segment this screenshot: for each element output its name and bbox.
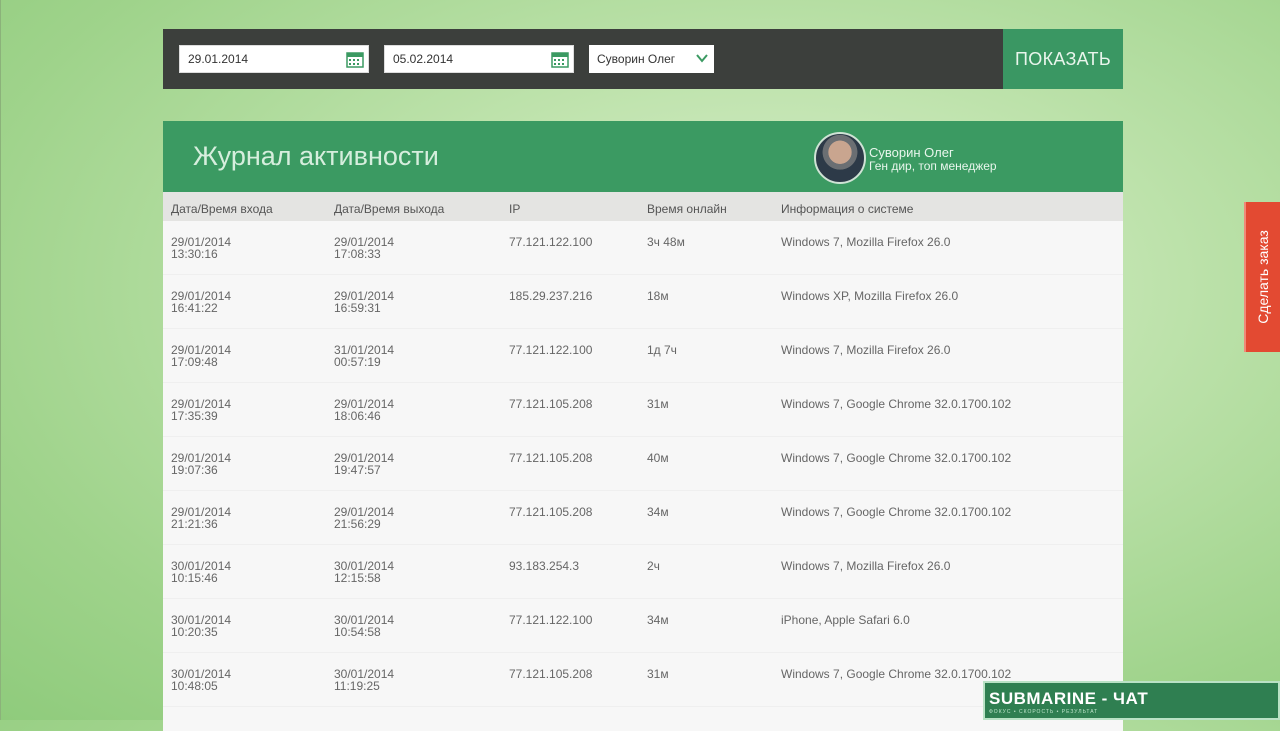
table-header: Дата/Время входа Дата/Время выхода IP Вр… <box>163 192 1123 221</box>
user-role: Ген дир, топ менеджер <box>869 159 997 173</box>
table-row: 30/01/2014 10:20:35 30/01/2014 10:54:58 77… <box>163 599 1123 653</box>
header-logout-time: Дата/Время выхода <box>334 202 445 216</box>
system-cell: Windows XP, Mozilla Firefox 26.0 <box>781 289 959 303</box>
online-cell: 34м <box>647 505 669 519</box>
online-cell: 2ч <box>647 559 660 573</box>
header-ip: IP <box>509 202 521 216</box>
online-cell: 34м <box>647 613 669 627</box>
logout-cell: 29/01/2014 16:59:31 <box>334 289 395 315</box>
ip-cell: 77.121.105.208 <box>509 667 593 681</box>
logout-cell: 30/01/2014 10:54:58 <box>334 613 395 639</box>
logout-cell: 29/01/2014 18:06:46 <box>334 397 395 423</box>
logout-cell: 29/01/2014 17:08:33 <box>334 235 395 261</box>
user-select[interactable]: Суворин Олег <box>589 45 714 73</box>
login-cell: 30/01/2014 10:20:35 <box>171 613 232 639</box>
online-cell: 1д 7ч <box>647 343 677 357</box>
table-row: 29/01/2014 19:07:36 29/01/2014 19:47:57 77… <box>163 437 1123 491</box>
ip-cell: 77.121.122.100 <box>509 343 593 357</box>
chat-tagline: ФОКУС • СКОРОСТЬ • РЕЗУЛЬТАТ <box>989 709 1099 715</box>
system-cell: Windows 7, Mozilla Firefox 26.0 <box>781 235 951 249</box>
system-cell: Windows 7, Mozilla Firefox 26.0 <box>781 343 951 357</box>
table-body: 29/01/2014 13:30:16 29/01/2014 17:08:33 77… <box>163 221 1123 707</box>
login-cell: 29/01/2014 21:21:36 <box>171 505 232 531</box>
login-cell: 29/01/2014 16:41:22 <box>171 289 232 315</box>
logout-cell: 31/01/2014 00:57:19 <box>334 343 395 369</box>
table-row: 29/01/2014 17:35:39 29/01/2014 18:06:46 77… <box>163 383 1123 437</box>
login-cell: 29/01/2014 17:35:39 <box>171 397 232 423</box>
panel-header: Журнал активности Суворин Олег Ген дир, … <box>163 121 1123 192</box>
ip-cell: 77.121.105.208 <box>509 451 593 465</box>
table-row: 30/01/2014 10:48:05 30/01/2014 11:19:25 77… <box>163 653 1123 707</box>
logout-cell: 29/01/2014 21:56:29 <box>334 505 395 531</box>
online-cell: 31м <box>647 667 669 681</box>
login-cell: 30/01/2014 10:15:46 <box>171 559 232 585</box>
login-cell: 30/01/2014 10:48:05 <box>171 667 232 693</box>
window-edge <box>0 0 1 720</box>
ip-cell: 77.121.122.100 <box>509 613 593 627</box>
login-cell: 29/01/2014 13:30:16 <box>171 235 232 261</box>
make-order-tab[interactable]: Сделать заказ <box>1244 202 1280 352</box>
login-cell: 29/01/2014 17:09:48 <box>171 343 232 369</box>
system-cell: Windows 7, Google Chrome 32.0.1700.102 <box>781 505 1012 519</box>
chevron-down-icon <box>696 54 708 63</box>
table-row: 29/01/2014 17:09:48 31/01/2014 00:57:19 77… <box>163 329 1123 383</box>
logout-cell: 30/01/2014 11:19:25 <box>334 667 395 693</box>
user-name: Суворин Олег <box>869 145 954 160</box>
date-from-input[interactable]: 29.01.2014 <box>179 45 369 73</box>
online-cell: 3ч 48м <box>647 235 685 249</box>
avatar <box>814 132 866 184</box>
calendar-icon[interactable] <box>346 50 364 68</box>
calendar-icon[interactable] <box>551 50 569 68</box>
system-cell: iPhone, Apple Safari 6.0 <box>781 613 910 627</box>
table-row: 30/01/2014 10:15:46 30/01/2014 12:15:58 93… <box>163 545 1123 599</box>
header-system-info: Информация о системе <box>781 202 914 216</box>
make-order-label: Сделать заказ <box>1255 230 1271 324</box>
chat-brand: SUBMARINE - ЧАТ <box>989 689 1149 708</box>
system-cell: Windows 7, Mozilla Firefox 26.0 <box>781 559 951 573</box>
table-row: 29/01/2014 21:21:36 29/01/2014 21:56:29 77… <box>163 491 1123 545</box>
system-cell: Windows 7, Google Chrome 32.0.1700.102 <box>781 451 1012 465</box>
header-login-time: Дата/Время входа <box>171 202 273 216</box>
show-button[interactable]: ПОКАЗАТЬ <box>1003 29 1123 89</box>
table-row: 29/01/2014 13:30:16 29/01/2014 17:08:33 77… <box>163 221 1123 275</box>
login-cell: 29/01/2014 19:07:36 <box>171 451 232 477</box>
page-title: Журнал активности <box>193 141 439 171</box>
online-cell: 31м <box>647 397 669 411</box>
ip-cell: 77.121.105.208 <box>509 397 593 411</box>
user-select-value: Суворин Олег <box>597 52 676 66</box>
chat-widget[interactable]: SUBMARINE - ЧАТ ФОКУС • СКОРОСТЬ • РЕЗУЛ… <box>983 681 1280 720</box>
table-row: 29/01/2014 16:41:22 29/01/2014 16:59:31 18… <box>163 275 1123 329</box>
ip-cell: 77.121.105.208 <box>509 505 593 519</box>
online-cell: 40м <box>647 451 669 465</box>
date-to-input[interactable]: 05.02.2014 <box>384 45 574 73</box>
system-cell: Windows 7, Google Chrome 32.0.1700.102 <box>781 397 1012 411</box>
date-from-value: 29.01.2014 <box>188 52 249 66</box>
activity-log-panel: Журнал активности Суворин Олег Ген дир, … <box>163 121 1123 731</box>
logout-cell: 30/01/2014 12:15:58 <box>334 559 395 585</box>
ip-cell: 93.183.254.3 <box>509 559 580 573</box>
filter-bar: 29.01.2014 05.02.2014 Суворин Олег ПОКАЗ… <box>163 29 1123 89</box>
ip-cell: 77.121.122.100 <box>509 235 593 249</box>
logout-cell: 29/01/2014 19:47:57 <box>334 451 395 477</box>
header-online-time: Время онлайн <box>647 202 727 216</box>
date-to-value: 05.02.2014 <box>393 52 454 66</box>
ip-cell: 185.29.237.216 <box>509 289 593 303</box>
system-cell: Windows 7, Google Chrome 32.0.1700.102 <box>781 667 1012 681</box>
online-cell: 18м <box>647 289 669 303</box>
